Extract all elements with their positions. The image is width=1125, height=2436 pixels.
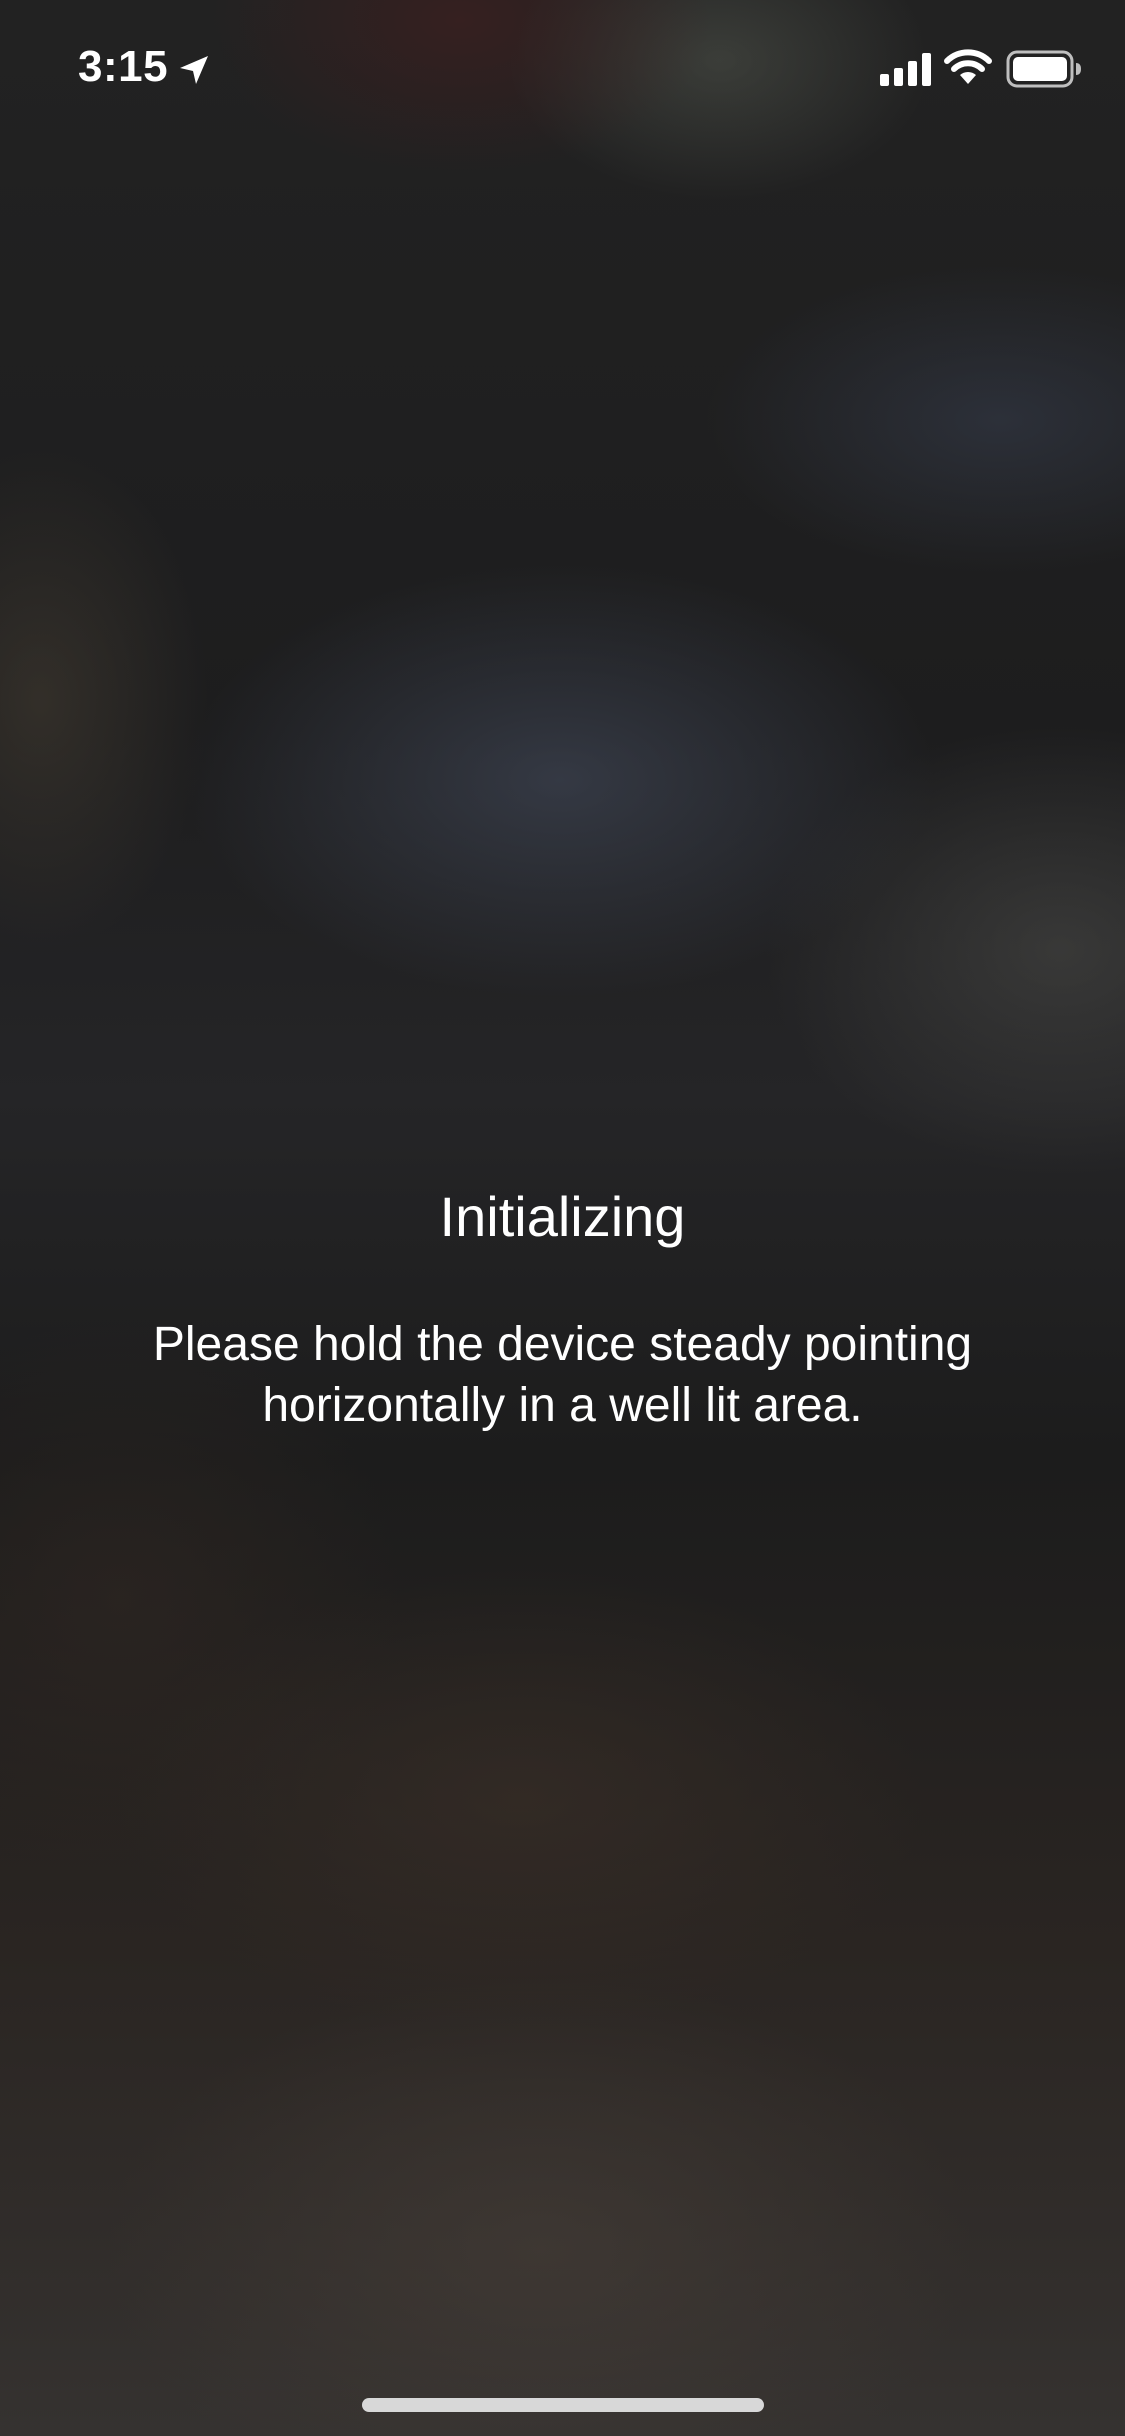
location-arrow-icon <box>180 56 208 84</box>
battery-icon <box>1006 50 1081 88</box>
instruction-message: Please hold the device steady pointing h… <box>152 1318 973 1432</box>
home-indicator[interactable] <box>362 2398 764 2412</box>
initializing-title: Initializing <box>439 1185 686 1248</box>
wifi-icon <box>944 49 992 84</box>
cellular-signal-icon <box>880 53 931 86</box>
status-time: 3:15 <box>78 42 169 91</box>
status-bar: 3:15 <box>0 0 1125 132</box>
